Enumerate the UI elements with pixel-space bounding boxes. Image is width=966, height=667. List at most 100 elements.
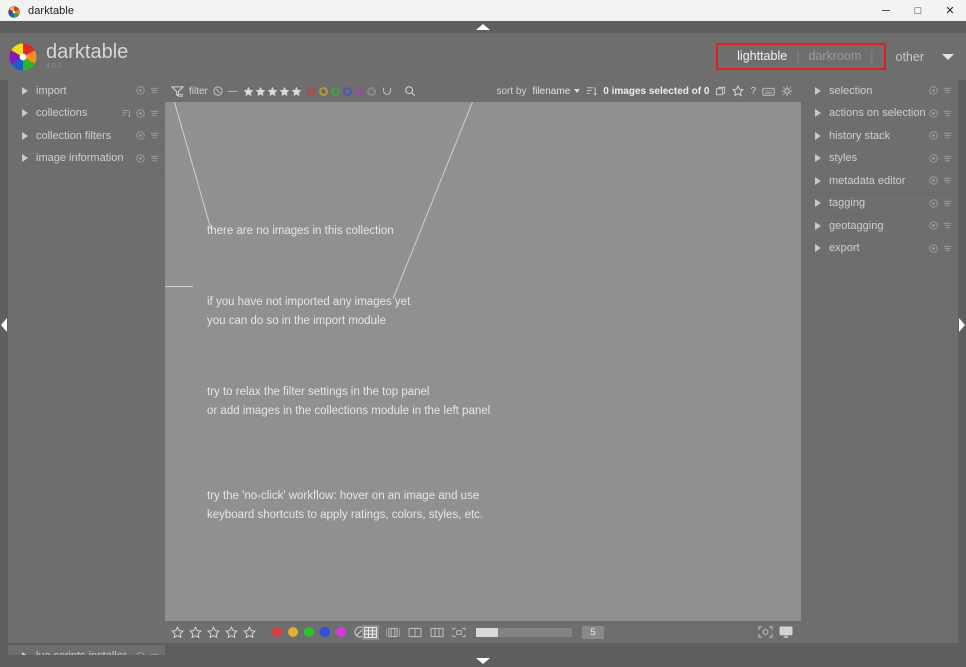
sidebar-item-history-stack[interactable]: history stack	[801, 125, 958, 148]
color-label-yellow-button[interactable]	[288, 627, 298, 637]
sidebar-item-metadata-editor[interactable]: metadata editor	[801, 170, 958, 193]
full-preview-icon[interactable]	[450, 625, 467, 640]
zoom-slider-fill	[476, 627, 498, 637]
preferences-gear-icon[interactable]	[781, 85, 793, 97]
right-panel-collapse-toggle[interactable]	[959, 318, 965, 332]
reset-icon[interactable]	[929, 176, 938, 185]
zoom-level-value[interactable]: 5	[582, 625, 604, 639]
focus-detection-icon[interactable]	[758, 626, 773, 638]
collapse-left-icon	[1, 318, 7, 332]
star-icon[interactable]	[243, 625, 256, 639]
window-close-button[interactable]: ✕	[934, 0, 966, 21]
color-label-purple-button[interactable]	[336, 627, 346, 637]
star-icon[interactable]	[279, 86, 290, 97]
color-label-grey[interactable]	[366, 86, 376, 96]
star-icon[interactable]	[291, 86, 302, 97]
sidebar-item-geotagging[interactable]: geotagging	[801, 215, 958, 238]
reset-icon[interactable]	[929, 221, 938, 230]
reject-circle-icon[interactable]	[213, 86, 223, 96]
top-panel-collapse-toggle[interactable]	[0, 21, 966, 33]
presets-icon[interactable]	[943, 109, 952, 118]
sort-ascending-icon[interactable]	[586, 86, 598, 97]
view-tab-lighttable[interactable]: lighttable	[728, 49, 796, 63]
color-label-blue-button[interactable]	[320, 627, 330, 637]
reset-icon[interactable]	[929, 199, 938, 208]
sidebar-item-selection[interactable]: selection	[801, 80, 958, 103]
sidebar-item-collections[interactable]: collections	[8, 103, 165, 125]
reset-icon[interactable]	[136, 154, 145, 163]
sidebar-item-label: actions on selection	[829, 107, 926, 120]
sidebar-item-image-information[interactable]: image information	[8, 148, 165, 170]
shortcuts-icon[interactable]	[762, 86, 775, 97]
reset-icon[interactable]	[136, 109, 145, 118]
display-profile-icon[interactable]	[779, 626, 793, 638]
bottom-panel-collapse-toggle[interactable]	[0, 655, 966, 667]
presets-icon[interactable]	[943, 221, 952, 230]
reset-icon[interactable]	[929, 86, 938, 95]
view-tab-darkroom[interactable]: darkroom	[799, 49, 870, 63]
star-icon[interactable]	[267, 86, 278, 97]
star-icon[interactable]	[189, 625, 202, 639]
presets-icon[interactable]	[150, 131, 159, 140]
presets-icon[interactable]	[150, 154, 159, 163]
view-switcher-highlight: lighttable | darkroom |	[716, 43, 886, 70]
sidebar-item-actions-on-selection[interactable]: actions on selection	[801, 103, 958, 125]
presets-icon[interactable]	[943, 86, 952, 95]
star-icon[interactable]	[207, 625, 220, 639]
reset-icon[interactable]	[136, 131, 145, 140]
sidebar-item-import[interactable]: import	[8, 80, 165, 103]
filter-toolbar-right: sort by filename 0 images selected of 0	[496, 85, 801, 97]
lighttable-canvas[interactable]: there are no images in this collection i…	[165, 102, 801, 621]
rating-filter-stars[interactable]	[243, 86, 302, 97]
presets-icon[interactable]	[943, 199, 952, 208]
window-minimize-button[interactable]: ─	[870, 0, 902, 21]
filemanager-grid-icon[interactable]	[362, 624, 379, 640]
culling-fixed-icon[interactable]	[406, 625, 423, 640]
color-label-red-button[interactable]	[272, 627, 282, 637]
search-icon[interactable]	[404, 85, 416, 97]
copy-icon[interactable]	[715, 86, 726, 97]
filter-toolbar: filter — sort by filename 0 images selec…	[165, 80, 801, 102]
window-maximize-button[interactable]: □	[902, 0, 934, 21]
presets-icon[interactable]	[150, 109, 159, 118]
star-icon[interactable]	[225, 625, 238, 639]
banner: darktable 4.0.0 lighttable | darkroom | …	[0, 33, 966, 80]
color-label-purple[interactable]	[354, 86, 364, 96]
presets-icon[interactable]	[943, 176, 952, 185]
module-icons	[929, 86, 952, 95]
presets-icon[interactable]	[943, 154, 952, 163]
zoom-level-slider[interactable]	[476, 627, 572, 637]
star-icon[interactable]	[243, 86, 254, 97]
color-label-green[interactable]	[330, 86, 340, 96]
star-icon[interactable]	[171, 625, 184, 639]
view-tab-other[interactable]: other	[886, 50, 935, 64]
sidebar-item-collection-filters[interactable]: collection filters	[8, 125, 165, 148]
reset-icon[interactable]	[929, 131, 938, 140]
zoomable-lighttable-icon[interactable]	[384, 625, 401, 640]
color-label-yellow[interactable]	[318, 86, 328, 96]
help-icon[interactable]: ?	[750, 86, 756, 97]
chevron-down-icon[interactable]	[942, 53, 954, 60]
color-label-blue[interactable]	[342, 86, 352, 96]
empty-message-line-4: try the 'no-click' workflow: hover on an…	[207, 490, 484, 521]
star-icon[interactable]	[255, 86, 266, 97]
reset-icon[interactable]	[929, 244, 938, 253]
sort-icon[interactable]	[122, 109, 131, 118]
sidebar-item-tagging[interactable]: tagging	[801, 193, 958, 215]
color-label-green-button[interactable]	[304, 627, 314, 637]
filter-funnel-icon[interactable]	[171, 85, 184, 98]
color-label-red[interactable]	[306, 86, 316, 96]
reset-icon[interactable]	[929, 109, 938, 118]
sidebar-item-export[interactable]: export	[801, 238, 958, 260]
reset-icon[interactable]	[136, 86, 145, 95]
reset-icon[interactable]	[929, 154, 938, 163]
sort-by-dropdown[interactable]: filename	[532, 86, 581, 97]
sidebar-item-styles[interactable]: styles	[801, 148, 958, 170]
star-icon[interactable]	[732, 85, 745, 97]
presets-icon[interactable]	[943, 131, 952, 140]
culling-dynamic-icon[interactable]	[428, 625, 445, 640]
left-panel-collapse-toggle[interactable]	[1, 318, 7, 332]
presets-icon[interactable]	[150, 86, 159, 95]
grouping-icon[interactable]	[381, 85, 393, 97]
presets-icon[interactable]	[943, 244, 952, 253]
